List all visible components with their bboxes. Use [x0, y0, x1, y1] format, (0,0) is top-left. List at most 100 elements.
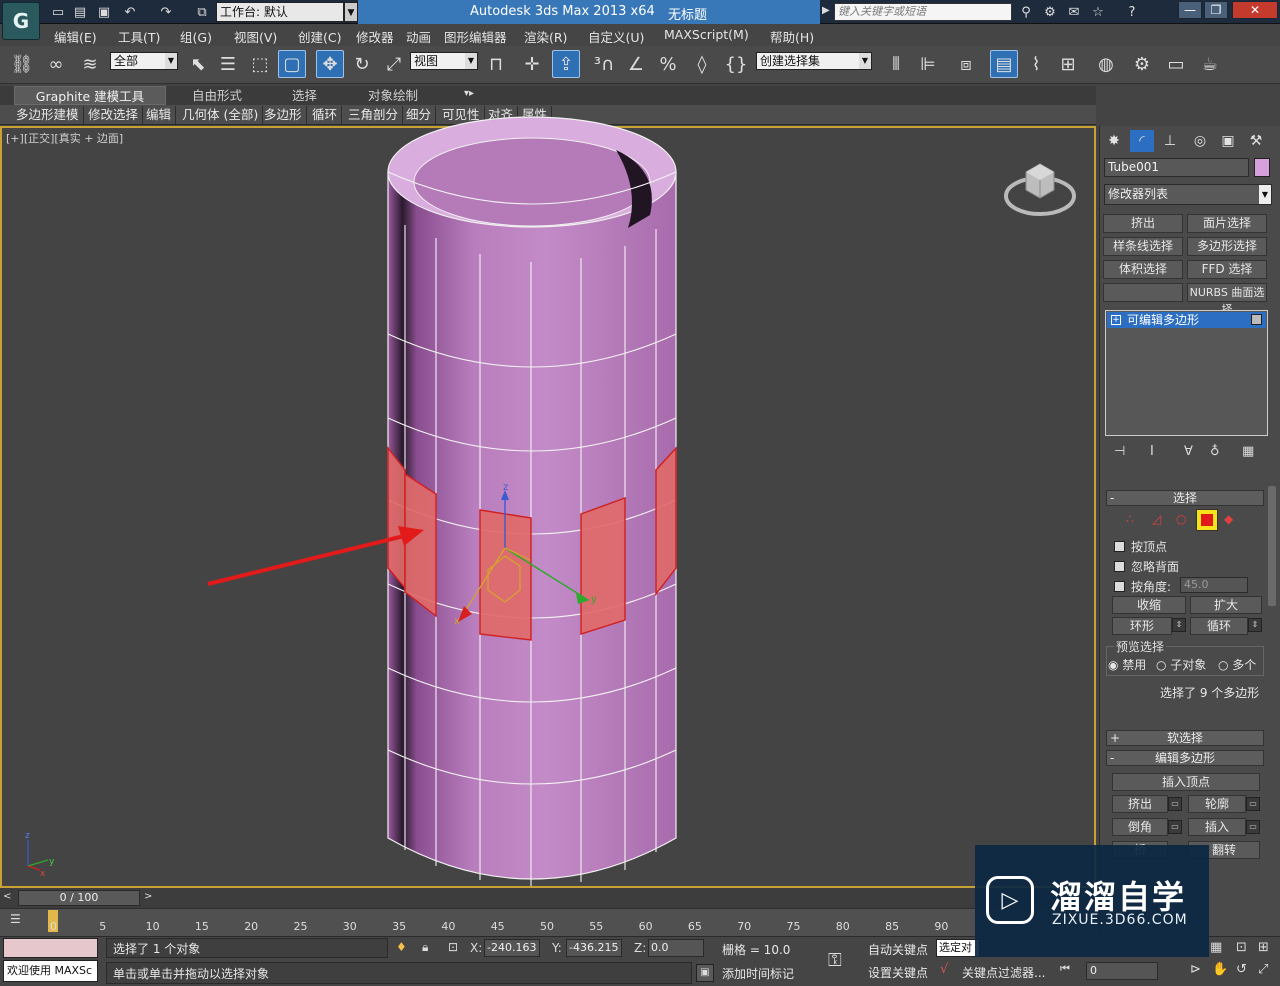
ribbon-options-icon[interactable]: ▾▸: [464, 88, 474, 99]
shrink-button[interactable]: 收缩: [1112, 596, 1186, 614]
tab-selection[interactable]: 选择: [284, 86, 325, 105]
link-icon[interactable]: ⛓: [8, 50, 36, 78]
help-icon[interactable]: ?: [1122, 3, 1142, 21]
mod-patch-select-button[interactable]: 面片选择: [1187, 214, 1267, 233]
schematic-view-icon[interactable]: ⊞: [1054, 50, 1082, 78]
perspective-viewport[interactable]: [0, 126, 1096, 888]
menu-maxscript[interactable]: MAXScript(M): [664, 27, 749, 42]
zoom-extents-all-icon[interactable]: ⊞: [1258, 940, 1269, 955]
material-editor-icon[interactable]: ◍: [1092, 50, 1120, 78]
angle-spinner[interactable]: 45.0: [1180, 577, 1248, 593]
mod-extrude-button[interactable]: 挤出: [1103, 214, 1183, 233]
ribbon-subdivision[interactable]: 细分: [402, 106, 437, 124]
preview-off-radio[interactable]: ◉ 禁用: [1108, 656, 1146, 673]
select-by-name-icon[interactable]: ☰: [214, 50, 242, 78]
curve-editor-icon[interactable]: ⌇: [1022, 50, 1050, 78]
motion-tab-icon[interactable]: ◎: [1188, 130, 1212, 152]
object-color-swatch[interactable]: [1254, 158, 1270, 177]
display-tab-icon[interactable]: ▣: [1216, 130, 1240, 152]
app-logo-button[interactable]: G: [2, 2, 40, 40]
by-vertex-checkbox[interactable]: [1114, 541, 1125, 552]
select-rotate-icon[interactable]: ↻: [348, 50, 376, 78]
viewcube-icon[interactable]: [1004, 154, 1076, 220]
make-unique-icon[interactable]: ∀: [1184, 444, 1193, 459]
loop-spinner-icon[interactable]: ⇕: [1248, 618, 1262, 632]
tab-object-paint[interactable]: 对象绘制: [360, 86, 426, 105]
rendered-frame-icon[interactable]: ▭: [1162, 50, 1190, 78]
x-coordinate-field[interactable]: -240.163: [484, 939, 540, 957]
menu-edit[interactable]: 编辑(E): [54, 27, 97, 46]
edit-polygons-rollout-header[interactable]: - 编辑多边形: [1106, 750, 1264, 766]
maximize-viewport-icon[interactable]: ⤢: [1258, 962, 1268, 977]
spinner-snap-icon[interactable]: ◊: [688, 50, 716, 78]
named-selection-dropdown[interactable]: 创建选择集 ▼: [756, 52, 872, 70]
mod-ffd-select-button[interactable]: FFD 选择: [1187, 260, 1267, 279]
hierarchy-tab-icon[interactable]: ⊥: [1158, 130, 1182, 152]
viewport-label[interactable]: [+][正交][真实 + 边面]: [6, 130, 123, 146]
expand-search-icon[interactable]: ▶: [822, 5, 830, 16]
angle-snap-icon[interactable]: ∠: [622, 50, 650, 78]
extrude-settings-icon[interactable]: ▭: [1168, 797, 1182, 811]
time-tag-icon[interactable]: ▣: [696, 964, 714, 982]
polygon-mode-icon[interactable]: [1196, 509, 1218, 531]
show-end-result-icon[interactable]: Ⅰ: [1150, 444, 1154, 459]
menu-views[interactable]: 视图(V): [234, 27, 277, 46]
mod-spline-select-button[interactable]: 样条线选择: [1103, 237, 1183, 256]
mod-nurbs-select-button[interactable]: NURBS 曲面选择: [1187, 283, 1267, 316]
select-object-icon[interactable]: ⬉: [184, 50, 212, 78]
menu-help[interactable]: 帮助(H): [770, 27, 814, 46]
snap-toggle-icon[interactable]: ³∩: [590, 50, 618, 78]
edge-mode-icon[interactable]: ◿: [1152, 512, 1161, 526]
tab-graphite-modeling[interactable]: Graphite 建模工具: [14, 86, 166, 105]
menu-group[interactable]: 组(G): [180, 27, 212, 46]
save-file-icon[interactable]: ▣: [94, 3, 114, 21]
ribbon-tris[interactable]: 三角剖分: [344, 106, 404, 124]
modifier-stack[interactable]: [1105, 310, 1268, 436]
utilities-tab-icon[interactable]: ⚒: [1244, 130, 1268, 152]
zoom-all-icon[interactable]: ▦: [1210, 940, 1222, 955]
visibility-icon[interactable]: [1251, 314, 1262, 325]
tab-freeform[interactable]: 自由形式: [184, 86, 250, 105]
rect-selection-icon[interactable]: ⬚: [246, 50, 274, 78]
element-mode-icon[interactable]: ◆: [1224, 512, 1233, 526]
modify-tab-icon[interactable]: ◜: [1130, 130, 1154, 152]
render-teapot-icon[interactable]: ☕: [1196, 50, 1224, 78]
graphite-toggle-icon[interactable]: ▤: [990, 50, 1018, 78]
border-mode-icon[interactable]: ○: [1176, 512, 1186, 526]
communication-icon[interactable]: ✉: [1064, 3, 1084, 21]
stack-item-editable-poly[interactable]: + 可编辑多边形: [1107, 312, 1266, 328]
set-key-icon[interactable]: ⚿: [828, 950, 842, 971]
ref-coord-dropdown[interactable]: 视图 ▼: [410, 52, 478, 70]
select-manipulate-icon[interactable]: ✛: [518, 50, 546, 78]
outline-button[interactable]: 轮廓: [1188, 795, 1246, 813]
ring-spinner-icon[interactable]: ⇕: [1172, 618, 1186, 632]
vertex-mode-icon[interactable]: ∴: [1126, 512, 1134, 526]
project-folder-icon[interactable]: ⧉: [192, 3, 212, 21]
open-file-icon[interactable]: ▤: [70, 3, 90, 21]
viewport-shading-label[interactable]: [真实 + 边面]: [54, 132, 123, 145]
align-icon[interactable]: ⊫: [914, 50, 942, 78]
maxscript-listener[interactable]: 欢迎使用 MAXSc: [3, 960, 98, 982]
insert-vertex-button[interactable]: 插入顶点: [1112, 773, 1260, 791]
pan-hand-icon[interactable]: ✋: [1212, 962, 1228, 977]
loop-button[interactable]: 循环: [1190, 617, 1248, 635]
ribbon-align[interactable]: 对齐: [484, 106, 519, 124]
render-setup-icon[interactable]: ⚙: [1128, 50, 1156, 78]
binoculars-icon[interactable]: ⚲: [1016, 3, 1036, 21]
by-vertex-row[interactable]: 按顶点: [1114, 538, 1167, 555]
go-start-icon[interactable]: ⏮: [1060, 962, 1070, 976]
extrude-button[interactable]: 挤出: [1112, 795, 1168, 813]
viewport-menu-label[interactable]: [+]: [6, 132, 24, 145]
menu-rendering[interactable]: 渲染(R): [524, 27, 567, 46]
absolute-mode-icon[interactable]: ⊡: [448, 940, 458, 954]
workspace-select[interactable]: 工作台: 默认: [216, 2, 344, 22]
menu-create[interactable]: 创建(C): [298, 27, 341, 46]
mod-empty-button[interactable]: [1103, 283, 1183, 302]
pivot-center-icon[interactable]: ⊓: [482, 50, 510, 78]
unlink-icon[interactable]: ∞: [42, 50, 70, 78]
menu-animation[interactable]: 动画: [406, 27, 431, 46]
viewport-view-label[interactable]: [正交]: [24, 132, 55, 145]
menu-graph-editors[interactable]: 图形编辑器: [444, 27, 507, 46]
current-frame-field[interactable]: 0: [1086, 962, 1158, 980]
selection-filter-dropdown[interactable]: 全部 ▼: [110, 52, 178, 70]
